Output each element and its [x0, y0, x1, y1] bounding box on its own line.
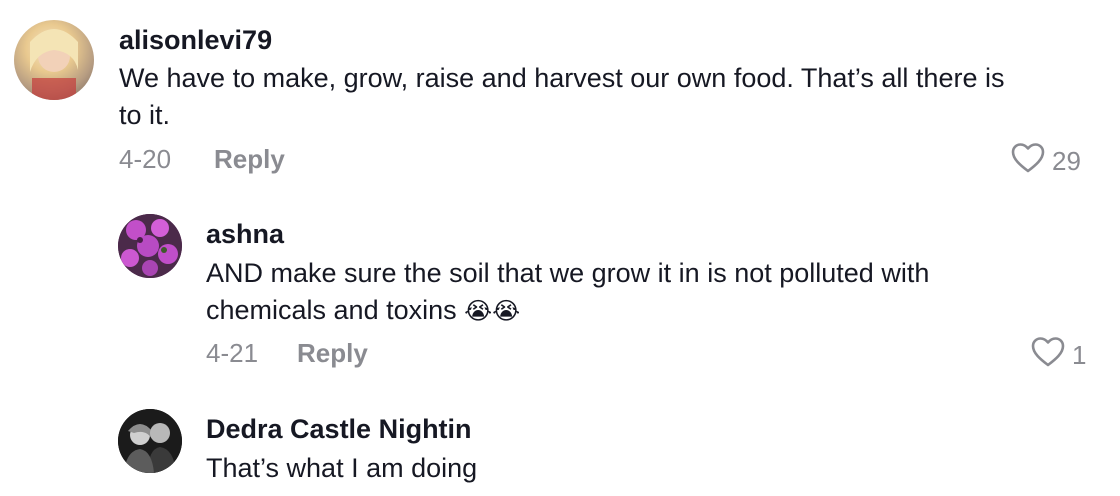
comment-text-line: AND make sure the soil that we grow it i… [206, 258, 930, 288]
comment-username[interactable]: alisonlevi79 [119, 24, 272, 56]
crying-emoji: 😭😭 [464, 297, 521, 325]
comment-date: 4-20 [119, 144, 172, 174]
avatar[interactable] [14, 20, 94, 100]
like-button[interactable]: 29 [1010, 142, 1081, 181]
avatar[interactable] [118, 214, 182, 278]
heart-outline-icon [1010, 142, 1046, 181]
avatar[interactable] [118, 409, 182, 473]
like-count: 29 [1052, 146, 1081, 176]
comment-username[interactable]: ashna [206, 218, 284, 250]
comment-text: We have to make, grow, raise and harvest… [119, 60, 1099, 134]
heart-outline-icon [1030, 336, 1066, 375]
comment-text-line: We have to make, grow, raise and harvest… [119, 63, 1005, 93]
comment-text-line: That’s what I am doing [206, 453, 478, 483]
reply-button[interactable]: Reply [214, 144, 285, 175]
comment-date: 4-21 [206, 338, 259, 368]
comment-text-line: to it. [119, 100, 171, 130]
comment-username[interactable]: Dedra Castle Nightin [206, 413, 472, 445]
reply-button[interactable]: Reply [297, 338, 368, 369]
comment-text: AND make sure the soil that we grow it i… [206, 255, 1106, 330]
like-button[interactable]: 1 [1030, 336, 1086, 375]
comment-text-line: chemicals and toxins 😭😭 [206, 295, 521, 325]
like-count: 1 [1072, 340, 1087, 370]
comment-text: That’s what I am doing [206, 450, 1106, 487]
